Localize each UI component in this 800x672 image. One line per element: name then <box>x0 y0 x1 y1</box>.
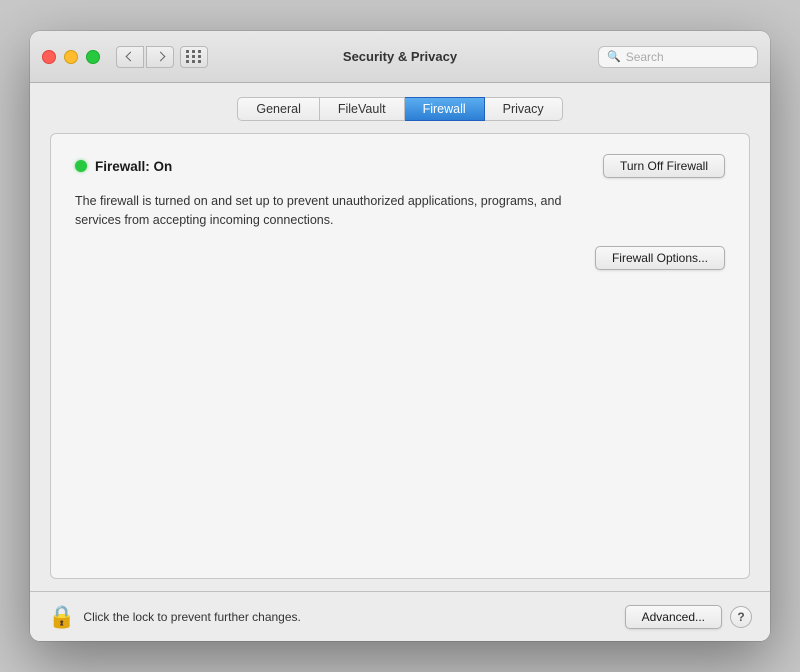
bottom-buttons: Advanced... ? <box>625 605 752 629</box>
help-button[interactable]: ? <box>730 606 752 628</box>
turn-off-firewall-button[interactable]: Turn Off Firewall <box>603 154 725 178</box>
firewall-options-button[interactable]: Firewall Options... <box>595 246 725 270</box>
firewall-status-label: Firewall: On <box>95 159 172 174</box>
bottom-bar: 🔒 Click the lock to prevent further chan… <box>30 591 770 641</box>
title-bar: Security & Privacy 🔍 Search <box>30 31 770 83</box>
status-left: Firewall: On <box>75 159 172 174</box>
search-input[interactable]: Search <box>626 50 664 64</box>
tab-firewall[interactable]: Firewall <box>405 97 485 121</box>
forward-icon <box>155 52 165 62</box>
lock-icon[interactable]: 🔒 <box>48 604 75 630</box>
tab-bar: General FileVault Firewall Privacy <box>30 83 770 121</box>
lock-text: Click the lock to prevent further change… <box>83 610 624 624</box>
minimize-button[interactable] <box>64 50 78 64</box>
grid-icon <box>186 50 202 63</box>
grid-view-button[interactable] <box>180 46 208 68</box>
tab-general[interactable]: General <box>237 97 319 121</box>
search-box[interactable]: 🔍 Search <box>598 46 758 68</box>
firewall-description: The firewall is turned on and set up to … <box>75 192 595 230</box>
advanced-button[interactable]: Advanced... <box>625 605 722 629</box>
nav-buttons <box>116 46 174 68</box>
back-icon <box>125 52 135 62</box>
back-button[interactable] <box>116 46 144 68</box>
options-row: Firewall Options... <box>75 246 725 270</box>
content-area: Firewall: On Turn Off Firewall The firew… <box>50 133 750 579</box>
close-button[interactable] <box>42 50 56 64</box>
firewall-status-row: Firewall: On Turn Off Firewall <box>75 154 725 178</box>
main-window: Security & Privacy 🔍 Search General File… <box>30 31 770 641</box>
traffic-lights <box>42 50 100 64</box>
status-indicator <box>75 160 87 172</box>
forward-button[interactable] <box>146 46 174 68</box>
maximize-button[interactable] <box>86 50 100 64</box>
tab-filevault[interactable]: FileVault <box>320 97 405 121</box>
search-icon: 🔍 <box>607 50 621 63</box>
window-title: Security & Privacy <box>343 49 457 64</box>
tab-privacy[interactable]: Privacy <box>485 97 563 121</box>
